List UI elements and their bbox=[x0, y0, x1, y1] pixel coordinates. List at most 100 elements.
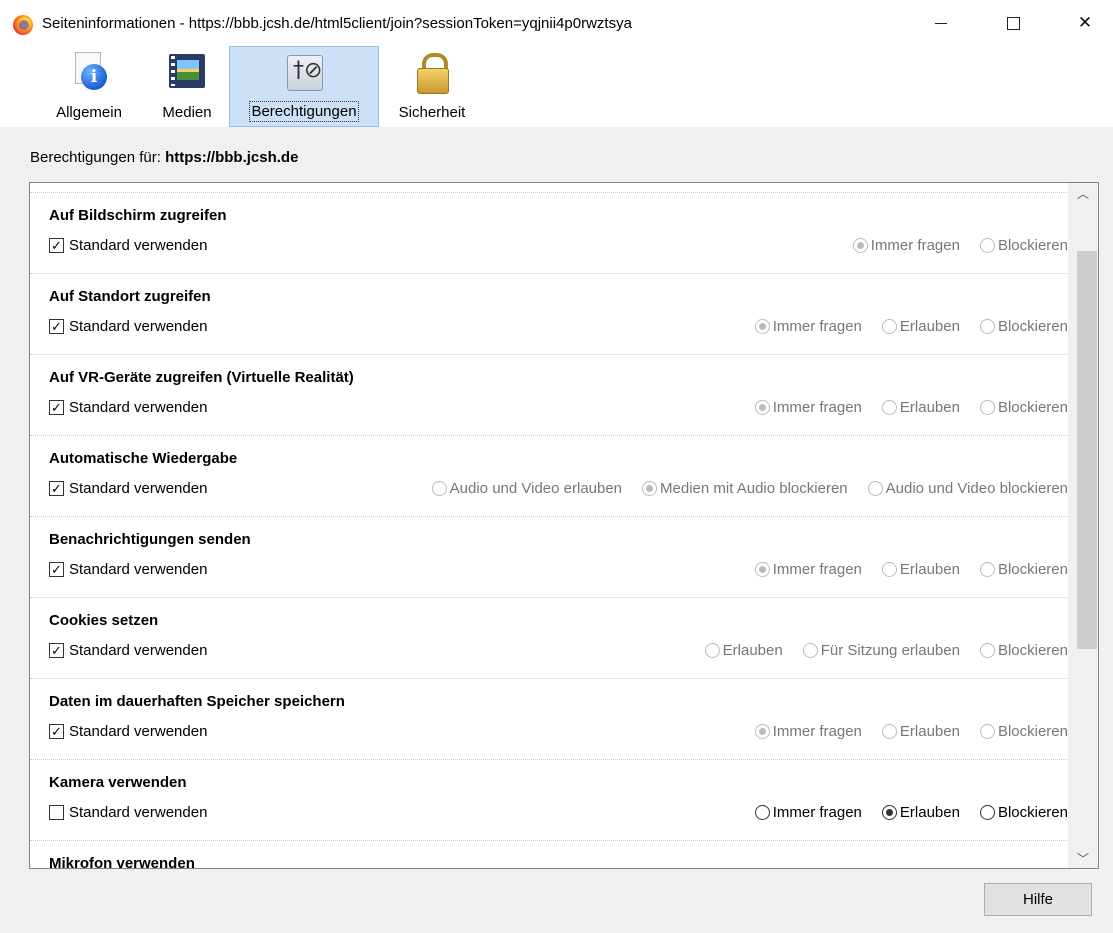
radio-unselected-icon bbox=[704, 643, 720, 658]
permission-options: Immer fragen Erlauben Blockieren bbox=[735, 723, 1068, 740]
tab-allgemein[interactable]: i Allgemein bbox=[44, 46, 134, 127]
permission-option-radio[interactable]: Blockieren bbox=[979, 399, 1068, 416]
permission-title: Kamera verwenden bbox=[49, 774, 187, 791]
permission-option-radio[interactable]: Für Sitzung erlauben bbox=[802, 642, 960, 659]
radio-unselected-icon bbox=[979, 562, 995, 577]
permission-option-radio[interactable]: Immer fragen bbox=[754, 318, 862, 335]
use-default-label: Standard verwenden bbox=[69, 642, 208, 659]
use-default-label: Standard verwenden bbox=[69, 399, 208, 416]
radio-unselected-icon bbox=[881, 319, 897, 334]
info-icon: i bbox=[69, 52, 109, 92]
permission-option-radio[interactable]: Blockieren bbox=[979, 237, 1068, 254]
permission-option-radio[interactable]: Audio und Video erlauben bbox=[431, 480, 622, 497]
option-label: Für Sitzung erlauben bbox=[820, 642, 960, 659]
permission-option-radio[interactable]: Immer fragen bbox=[754, 561, 862, 578]
radio-selected-icon bbox=[852, 238, 868, 253]
permission-option-radio[interactable]: Blockieren bbox=[979, 318, 1068, 335]
permission-title: Cookies setzen bbox=[49, 612, 159, 629]
radio-unselected-icon bbox=[867, 481, 883, 496]
maximize-button[interactable] bbox=[990, 6, 1036, 40]
radio-unselected-icon bbox=[979, 238, 995, 253]
scroll-down-button[interactable]: ﹀ bbox=[1068, 848, 1098, 868]
tab-medien[interactable]: Medien bbox=[152, 46, 222, 127]
option-label: Blockieren bbox=[997, 642, 1068, 659]
radio-unselected-icon bbox=[979, 643, 995, 658]
checkbox-checked-icon: ✓ bbox=[49, 643, 64, 658]
permission-option-radio[interactable]: Immer fragen bbox=[852, 237, 960, 254]
window-title: Seiteninformationen - https://bbb.jcsh.d… bbox=[42, 15, 632, 32]
firefox-logo-icon bbox=[13, 15, 33, 35]
lock-icon bbox=[412, 52, 452, 94]
use-default-label: Standard verwenden bbox=[69, 561, 208, 578]
permission-options: Erlauben Für Sitzung erlauben Blockieren bbox=[685, 642, 1068, 659]
permission-option-radio[interactable]: Blockieren bbox=[979, 723, 1068, 740]
permissions-list-content: Auf Bildschirm zugreifen ✓ Standard verwen… bbox=[30, 192, 1068, 868]
checkbox-checked-icon: ✓ bbox=[49, 562, 64, 577]
use-default-label: Standard verwenden bbox=[69, 804, 208, 821]
close-button[interactable]: ✕ bbox=[1062, 6, 1108, 40]
use-default-label: Standard verwenden bbox=[69, 723, 208, 740]
use-default-checkbox[interactable]: ✓ Standard verwenden bbox=[49, 642, 207, 659]
permission-option-radio[interactable]: Immer fragen bbox=[754, 804, 862, 821]
close-icon: ✕ bbox=[1077, 13, 1093, 32]
option-label: Blockieren bbox=[997, 804, 1068, 821]
permission-option-radio[interactable]: Medien mit Audio blockieren bbox=[642, 480, 848, 497]
radio-unselected-icon bbox=[802, 643, 818, 658]
use-default-checkbox[interactable]: ✓ Standard verwenden bbox=[49, 399, 207, 416]
option-label: Erlauben bbox=[899, 804, 960, 821]
permission-option-radio[interactable]: Blockieren bbox=[979, 561, 1068, 578]
permission-options: Immer fragen Erlauben Blockieren bbox=[735, 561, 1068, 578]
use-default-checkbox[interactable]: ✓ Standard verwenden bbox=[49, 561, 207, 578]
option-label: Blockieren bbox=[997, 561, 1068, 578]
permissions-list[interactable]: Auf Bildschirm zugreifen ✓ Standard verwen… bbox=[29, 182, 1099, 869]
radio-unselected-icon bbox=[979, 319, 995, 334]
permission-option-radio[interactable]: Erlauben bbox=[881, 561, 960, 578]
tab-toolbar: i Allgemein Medien †⊘ Berechtigungen Sic… bbox=[0, 46, 1113, 127]
scroll-up-button[interactable]: ︿ bbox=[1068, 183, 1098, 203]
permission-row: Automatische Wiedergabe ✓ Standard verwend… bbox=[30, 435, 1068, 516]
permission-option-radio[interactable]: Erlauben bbox=[881, 318, 960, 335]
tab-label: Sicherheit bbox=[398, 104, 466, 121]
option-label: Immer fragen bbox=[772, 804, 862, 821]
use-default-checkbox[interactable]: Standard verwenden bbox=[49, 804, 207, 821]
radio-selected-icon bbox=[754, 724, 770, 739]
checkbox-checked-icon: ✓ bbox=[49, 400, 64, 415]
use-default-checkbox[interactable]: ✓ Standard verwenden bbox=[49, 480, 207, 497]
option-label: Erlauben bbox=[899, 723, 960, 740]
permission-option-radio[interactable]: Erlauben bbox=[704, 642, 783, 659]
vertical-scrollbar[interactable]: ︿ ﹀ bbox=[1068, 183, 1098, 868]
permission-row: Cookies setzen ✓ Standard verwenden Erlaube… bbox=[30, 597, 1068, 678]
permission-option-radio[interactable]: Immer fragen bbox=[754, 723, 862, 740]
radio-selected-icon bbox=[754, 562, 770, 577]
permission-row: Daten im dauerhaften Speicher speichern ✓… bbox=[30, 678, 1068, 759]
permission-option-radio[interactable]: Immer fragen bbox=[754, 399, 862, 416]
radio-selected-icon bbox=[754, 400, 770, 415]
permission-row: Benachrichtigungen senden ✓ Standard verwe… bbox=[30, 516, 1068, 597]
checkbox-checked-icon: ✓ bbox=[49, 481, 64, 496]
radio-selected-icon bbox=[642, 481, 658, 496]
tab-berechtigungen[interactable]: †⊘ Berechtigungen bbox=[229, 46, 379, 127]
permission-option-radio[interactable]: Erlauben bbox=[881, 723, 960, 740]
permission-option-radio[interactable]: Audio und Video blockieren bbox=[867, 480, 1068, 497]
permission-option-radio[interactable]: Blockieren bbox=[979, 642, 1068, 659]
help-button[interactable]: Hilfe bbox=[984, 883, 1092, 916]
tab-label: Berechtigungen bbox=[249, 101, 359, 122]
scrollbar-thumb[interactable] bbox=[1077, 251, 1097, 649]
permission-options: Audio und Video erlauben Medien mit Audio… bbox=[412, 480, 1068, 497]
radio-unselected-icon bbox=[979, 724, 995, 739]
permission-option-radio[interactable]: Erlauben bbox=[881, 804, 960, 821]
permission-option-radio[interactable]: Blockieren bbox=[979, 804, 1068, 821]
permission-row: Auf Bildschirm zugreifen ✓ Standard verwen… bbox=[30, 192, 1068, 273]
use-default-checkbox[interactable]: ✓ Standard verwenden bbox=[49, 237, 207, 254]
tab-sicherheit[interactable]: Sicherheit bbox=[385, 46, 479, 127]
tab-label: Allgemein bbox=[56, 104, 122, 121]
use-default-checkbox[interactable]: ✓ Standard verwenden bbox=[49, 318, 207, 335]
permission-title: Auf VR-Geräte zugreifen (Virtuelle Reali… bbox=[49, 369, 354, 386]
use-default-checkbox[interactable]: ✓ Standard verwenden bbox=[49, 723, 207, 740]
option-label: Immer fragen bbox=[772, 723, 862, 740]
minimize-button[interactable] bbox=[918, 6, 964, 40]
permission-title: Auf Standort zugreifen bbox=[49, 288, 211, 305]
permission-options: Immer fragen Erlauben Blockieren bbox=[735, 804, 1068, 821]
use-default-label: Standard verwenden bbox=[69, 480, 208, 497]
permission-option-radio[interactable]: Erlauben bbox=[881, 399, 960, 416]
